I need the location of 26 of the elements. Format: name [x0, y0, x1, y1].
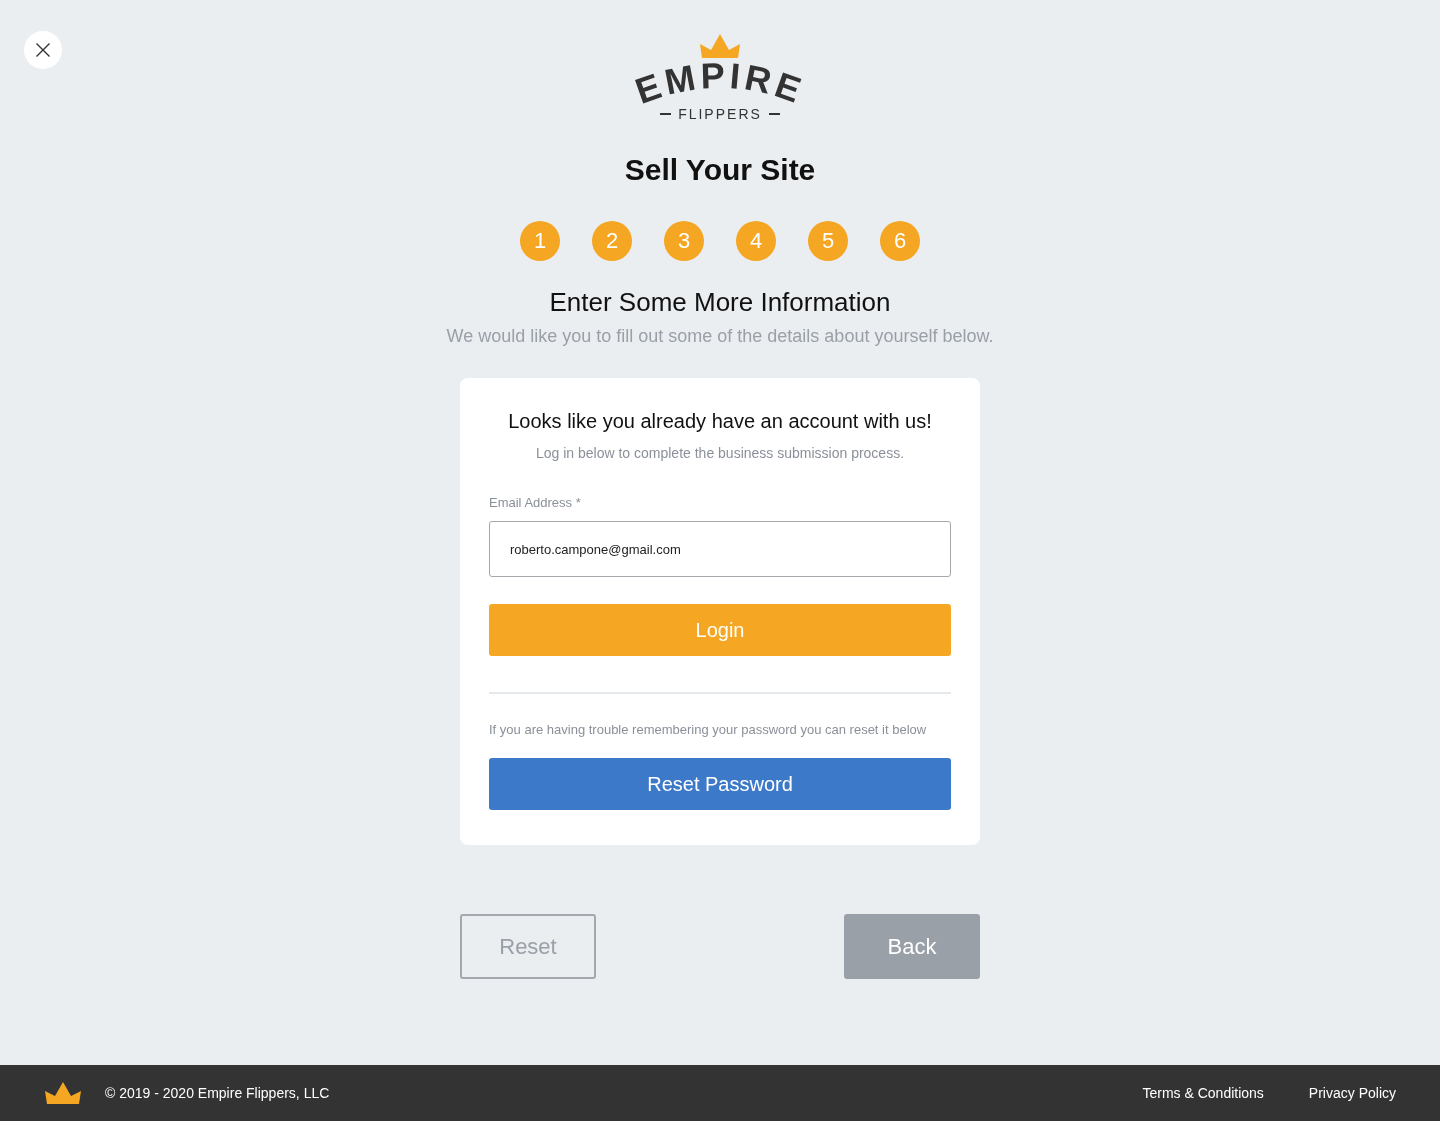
- logo-tagline: FLIPPERS: [678, 106, 762, 122]
- back-button[interactable]: Back: [844, 914, 980, 979]
- step-number: 4: [736, 221, 776, 261]
- help-text: If you are having trouble remembering your password you can reset it below: [489, 721, 927, 739]
- card-heading: Looks like you already have an account with us!: [507, 409, 933, 434]
- step-number: 6: [880, 221, 920, 261]
- step-number: 1: [520, 221, 560, 261]
- step-number: 3: [664, 221, 704, 261]
- reset-password-button[interactable]: Reset Password: [489, 758, 951, 810]
- crown-icon: [45, 1082, 81, 1104]
- footer-link[interactable]: Terms & Conditions: [1142, 1085, 1264, 1101]
- page-title: Sell Your Site: [624, 152, 816, 188]
- step-number: 5: [808, 221, 848, 261]
- close-button[interactable]: [24, 31, 62, 69]
- logo-wordmark: EMPIRE: [630, 60, 810, 108]
- email-input[interactable]: roberto.campone@gmail.com: [489, 521, 951, 577]
- section-subtitle: We would like you to fill out some of the details about yourself below.: [446, 325, 994, 348]
- section-heading: Enter Some More Information: [549, 286, 891, 318]
- copyright-text: © 2019 - 2020 Empire Flippers, LLC: [105, 1085, 330, 1101]
- crown-icon: [700, 34, 740, 58]
- close-icon: [36, 43, 50, 57]
- step-number: 2: [592, 221, 632, 261]
- email-label: Email Address *: [489, 494, 581, 512]
- card-subtext: Log in below to complete the business submission process.: [534, 444, 906, 463]
- reset-button[interactable]: Reset: [460, 914, 596, 979]
- footer-link[interactable]: Privacy Policy: [1308, 1085, 1396, 1101]
